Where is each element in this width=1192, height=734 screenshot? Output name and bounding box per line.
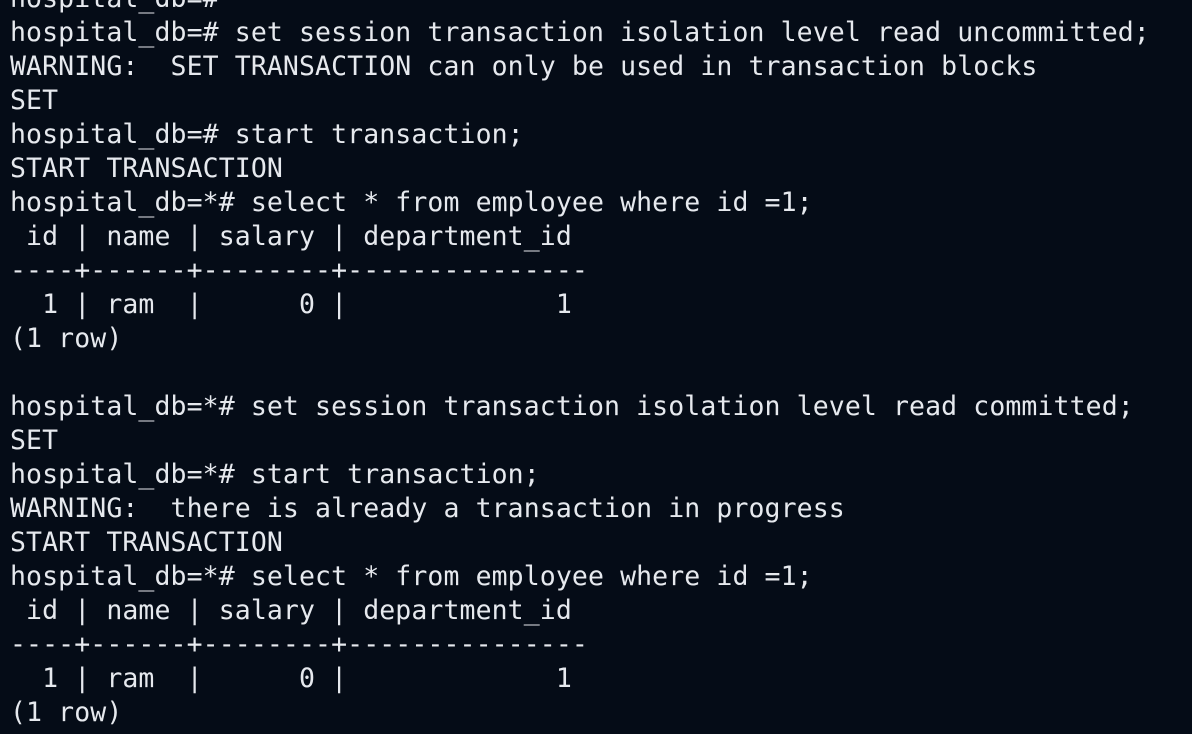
command-line: hospital_db=*# start transaction; bbox=[10, 459, 540, 490]
prompt-line: hospital_db=# bbox=[10, 0, 1150, 16]
terminal-output: hospital_db=# hospital_db=# set session … bbox=[10, 0, 1150, 730]
warning-line: WARNING: there is already a transaction … bbox=[10, 493, 845, 524]
command-line: hospital_db=*# select * from employee wh… bbox=[10, 561, 813, 592]
output-line: SET bbox=[10, 425, 59, 456]
table-header: id | name | salary | department_id bbox=[10, 595, 572, 626]
row-count: (1 row) bbox=[10, 697, 123, 728]
output-line: START TRANSACTION bbox=[10, 153, 283, 184]
command-line: hospital_db=# start transaction; bbox=[10, 119, 524, 150]
table-separator: ----+------+--------+--------------- bbox=[10, 629, 588, 660]
command-line: hospital_db=# set session transaction is… bbox=[10, 17, 1150, 48]
warning-line: WARNING: SET TRANSACTION can only be use… bbox=[10, 51, 1038, 82]
table-row: 1 | ram | 0 | 1 bbox=[10, 663, 572, 694]
command-line: hospital_db=*# set session transaction i… bbox=[10, 391, 1134, 422]
command-line: hospital_db=*# select * from employee wh… bbox=[10, 187, 813, 218]
terminal-window[interactable]: hospital_db=# hospital_db=# set session … bbox=[0, 0, 1192, 734]
table-header: id | name | salary | department_id bbox=[10, 221, 572, 252]
row-count: (1 row) bbox=[10, 323, 123, 354]
table-separator: ----+------+--------+--------------- bbox=[10, 255, 588, 286]
output-line: SET bbox=[10, 85, 59, 116]
table-row: 1 | ram | 0 | 1 bbox=[10, 289, 572, 320]
output-line: START TRANSACTION bbox=[10, 527, 283, 558]
